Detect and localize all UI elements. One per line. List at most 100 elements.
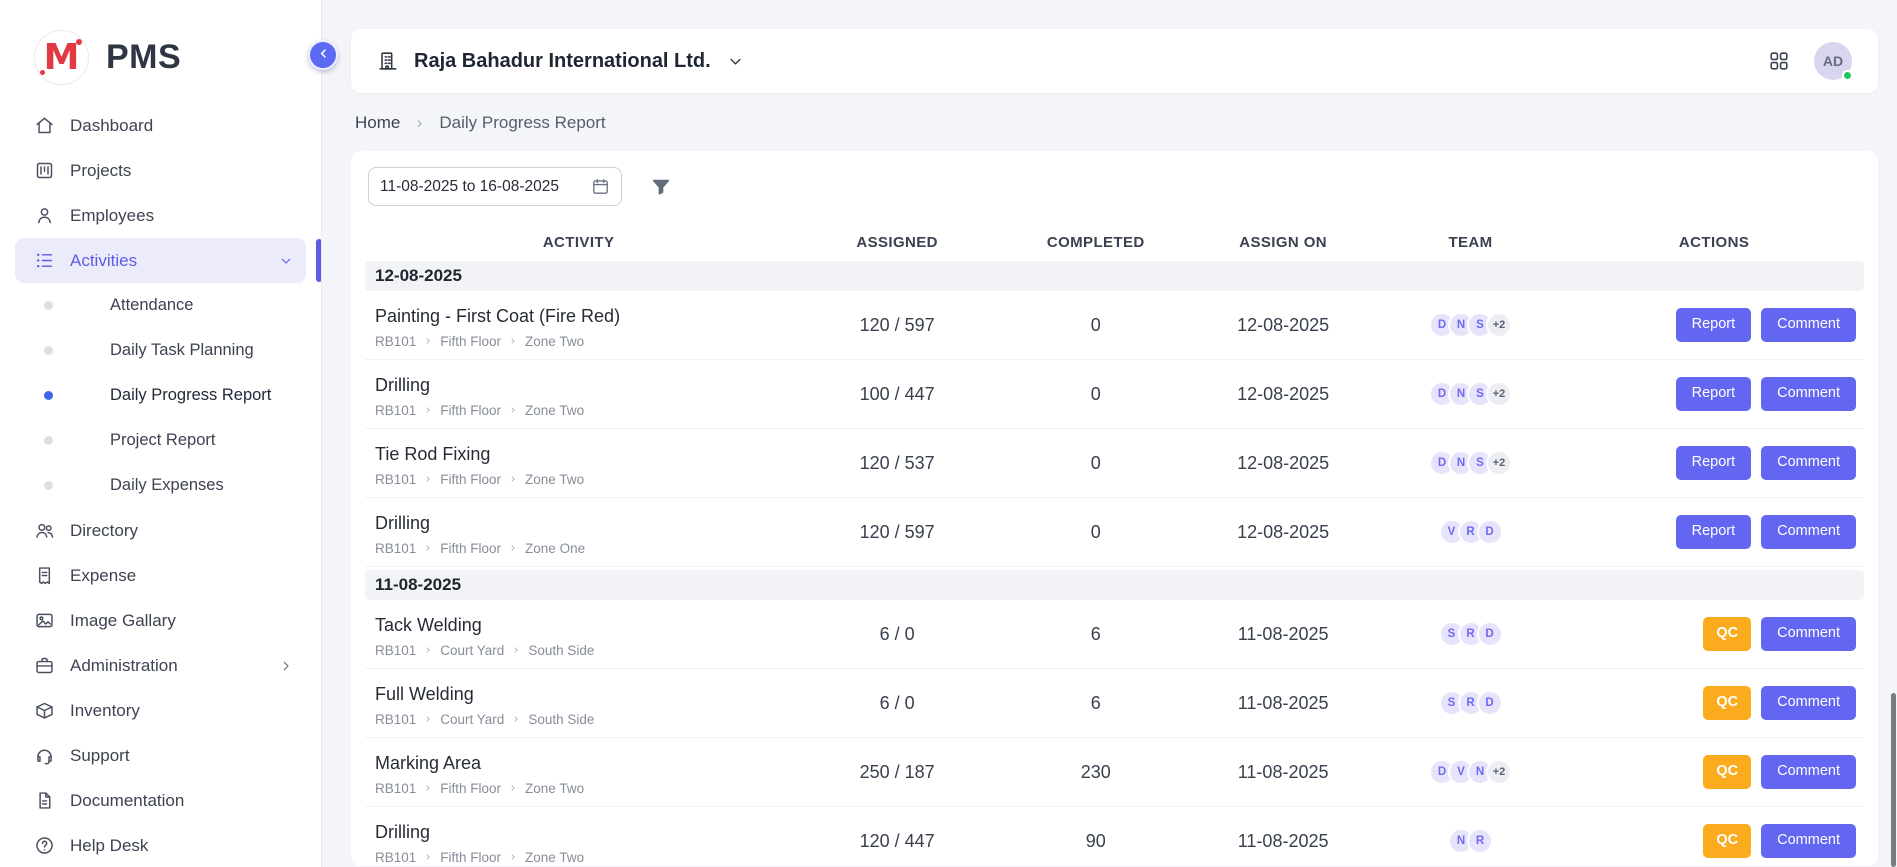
company-selector[interactable]: Raja Bahadur International Ltd.	[377, 50, 745, 73]
assigned-value: 100 / 447	[792, 384, 1002, 405]
sidebar-item-directory[interactable]: Directory	[15, 508, 306, 553]
sidebar-item-support[interactable]: Support	[15, 733, 306, 778]
report-button[interactable]: Report	[1676, 446, 1752, 479]
qc-button[interactable]: QC	[1703, 686, 1751, 719]
sidebar-subitem-daily-task-planning[interactable]: Daily Task Planning	[0, 328, 321, 373]
assign-on-date: 12-08-2025	[1189, 522, 1376, 543]
column-header-assign-on: ASSIGN ON	[1189, 234, 1376, 251]
row-actions: Report Comment	[1564, 308, 1864, 341]
home-icon	[34, 115, 55, 136]
comment-button[interactable]: Comment	[1761, 617, 1856, 650]
sidebar-subitem-project-report[interactable]: Project Report	[0, 418, 321, 463]
projects-icon	[34, 160, 55, 181]
location-segment: RB101	[375, 781, 416, 796]
user-avatar[interactable]: AD	[1814, 42, 1852, 80]
sidebar-item-activities[interactable]: Activities	[15, 238, 306, 283]
sidebar-item-help-desk[interactable]: Help Desk	[15, 823, 306, 867]
filter-funnel-icon[interactable]	[650, 176, 672, 198]
bullet-dot	[44, 391, 53, 400]
report-button[interactable]: Report	[1676, 308, 1752, 341]
sidebar-subitem-daily-expenses[interactable]: Daily Expenses	[0, 463, 321, 508]
row-actions: Report Comment	[1564, 377, 1864, 410]
comment-button[interactable]: Comment	[1761, 308, 1856, 341]
location-segment: Zone Two	[525, 334, 584, 349]
location-segment: Court Yard	[440, 712, 504, 727]
comment-button[interactable]: Comment	[1761, 686, 1856, 719]
chevron-right-icon	[423, 852, 433, 862]
activity-cell: Full Welding RB101Court YardSouth Side	[365, 680, 792, 727]
topbar-right: AD	[1768, 42, 1852, 80]
location-segment: Fifth Floor	[440, 850, 501, 865]
vertical-scrollbar-thumb[interactable]	[1891, 693, 1896, 867]
sidebar-item-label: Administration	[70, 656, 263, 676]
chevron-right-icon	[423, 336, 433, 346]
calendar-icon[interactable]	[591, 177, 610, 196]
activity-location-path: RB101Fifth FloorZone One	[375, 541, 782, 556]
row-actions: QC Comment	[1564, 617, 1864, 650]
sidebar-item-label: Image Gallary	[70, 611, 294, 631]
sidebar-item-image-gallary[interactable]: Image Gallary	[15, 598, 306, 643]
activity-location-path: RB101Fifth FloorZone Two	[375, 472, 782, 487]
comment-button[interactable]: Comment	[1761, 755, 1856, 788]
sidebar-item-expense[interactable]: Expense	[15, 553, 306, 598]
qc-button[interactable]: QC	[1703, 617, 1751, 650]
qc-button[interactable]: QC	[1703, 755, 1751, 788]
team-member-avatar: D	[1477, 621, 1503, 647]
team-overflow-chip[interactable]: +2	[1486, 312, 1512, 338]
sidebar-item-label: Help Desk	[70, 836, 294, 856]
table-row: Full Welding RB101Court YardSouth Side 6…	[365, 669, 1864, 738]
location-segment: Fifth Floor	[440, 472, 501, 487]
comment-button[interactable]: Comment	[1761, 377, 1856, 410]
sidebar-subitem-label: Daily Expenses	[110, 476, 224, 495]
location-segment: Zone Two	[525, 403, 584, 418]
report-button[interactable]: Report	[1676, 377, 1752, 410]
group-date: 12-08-2025	[375, 266, 462, 286]
sidebar-collapse-button[interactable]	[308, 40, 338, 70]
activity-location-path: RB101Fifth FloorZone Two	[375, 781, 782, 796]
activity-title: Drilling	[375, 375, 782, 396]
chevron-right-icon	[508, 405, 518, 415]
table-row: Marking Area RB101Fifth FloorZone Two 25…	[365, 738, 1864, 807]
team-overflow-chip[interactable]: +2	[1486, 450, 1512, 476]
sidebar-item-label: Inventory	[70, 701, 294, 721]
comment-button[interactable]: Comment	[1761, 446, 1856, 479]
assigned-value: 6 / 0	[792, 693, 1002, 714]
qc-button[interactable]: QC	[1703, 824, 1751, 857]
bullet-dot	[44, 301, 53, 310]
location-segment: South Side	[528, 643, 594, 658]
date-range-input[interactable]	[368, 167, 622, 206]
completed-value: 0	[1002, 384, 1189, 405]
sidebar-item-dashboard[interactable]: Dashboard	[15, 103, 306, 148]
chevron-right-icon	[423, 543, 433, 553]
sidebar-subitem-attendance[interactable]: Attendance	[0, 283, 321, 328]
breadcrumb-home[interactable]: Home	[355, 113, 400, 133]
chevron-right-icon	[423, 474, 433, 484]
location-segment: Fifth Floor	[440, 403, 501, 418]
activity-title: Tack Welding	[375, 615, 782, 636]
sidebar-item-employees[interactable]: Employees	[15, 193, 306, 238]
sidebar-item-inventory[interactable]: Inventory	[15, 688, 306, 733]
team-overflow-chip[interactable]: +2	[1486, 759, 1512, 785]
sidebar-subitem-daily-progress-report[interactable]: Daily Progress Report	[0, 373, 321, 418]
team-avatars: SRD	[1377, 621, 1564, 647]
apps-grid-icon[interactable]	[1768, 50, 1790, 72]
activity-location-path: RB101Court YardSouth Side	[375, 712, 782, 727]
sidebar-item-administration[interactable]: Administration	[15, 643, 306, 688]
completed-value: 6	[1002, 624, 1189, 645]
comment-button[interactable]: Comment	[1761, 515, 1856, 548]
report-button[interactable]: Report	[1676, 515, 1752, 548]
date-group-header: 12-08-2025	[365, 261, 1864, 291]
sidebar-item-projects[interactable]: Projects	[15, 148, 306, 193]
bullet-dot	[44, 346, 53, 355]
documentation-icon	[34, 790, 55, 811]
sidebar-item-label: Projects	[70, 161, 294, 181]
team-overflow-chip[interactable]: +2	[1486, 381, 1512, 407]
date-range-field[interactable]	[380, 178, 583, 196]
comment-button[interactable]: Comment	[1761, 824, 1856, 857]
team-avatars: NR	[1377, 828, 1564, 854]
app-root: M PMS Dashboard Projects Employees Activ…	[0, 0, 1897, 867]
table-header-row: ACTIVITYASSIGNEDCOMPLETEDASSIGN ONTEAMAC…	[365, 226, 1864, 258]
sidebar-item-documentation[interactable]: Documentation	[15, 778, 306, 823]
filters-bar	[368, 167, 1861, 206]
assign-on-date: 12-08-2025	[1189, 384, 1376, 405]
